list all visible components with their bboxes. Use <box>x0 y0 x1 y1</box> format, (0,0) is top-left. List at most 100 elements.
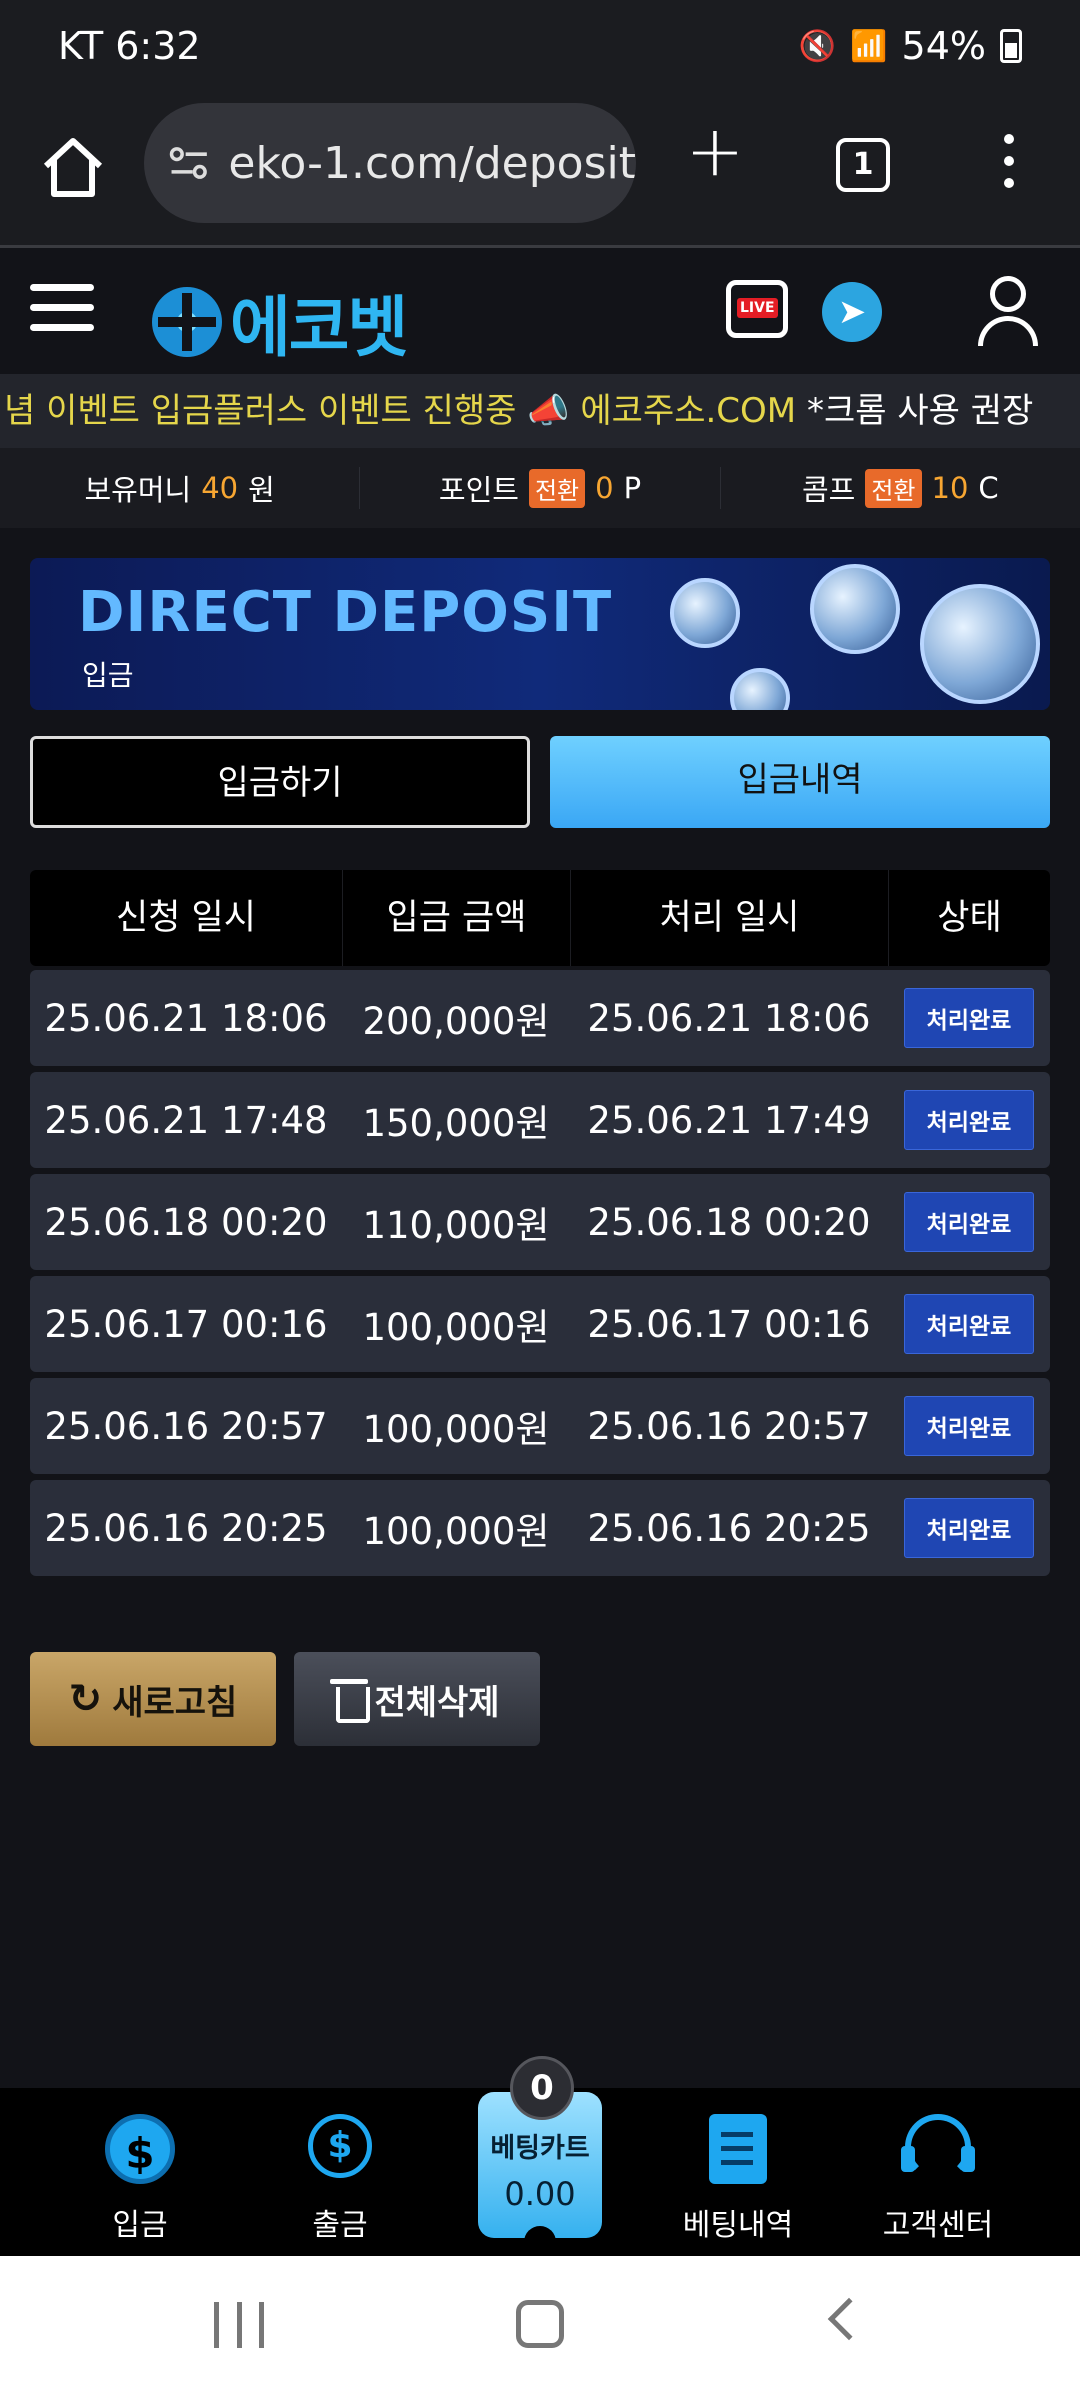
tab-switcher-button[interactable]: 1 <box>836 138 890 192</box>
trash-icon <box>330 1679 371 1723</box>
nav-bet-history-label: 베팅내역 <box>682 2208 794 2243</box>
status-badge: 처리완료 <box>903 988 1035 1048</box>
cell-processed: 25.06.17 00:16 <box>587 1302 871 1346</box>
cart-label: 베팅카트 <box>490 2133 590 2164</box>
hamburger-menu-icon[interactable] <box>30 284 94 336</box>
money-balance: 보유머니 40 원 <box>0 467 359 509</box>
browser-toolbar: eko-1.com/deposit + 1 <box>0 100 1080 248</box>
money-value: 40 <box>201 471 239 505</box>
cell-amount: 100,000원 <box>362 1408 550 1451</box>
delete-all-button[interactable]: 전체삭제 <box>294 1652 540 1746</box>
logo-text: 에코벳 <box>230 289 408 366</box>
status-badge: 처리완료 <box>903 1294 1035 1354</box>
table-row: 25.06.21 18:06 200,000원 25.06.21 18:06 처… <box>30 970 1050 1066</box>
delete-all-label: 전체삭제 <box>374 1682 500 1723</box>
home-icon[interactable] <box>38 132 108 202</box>
cell-amount: 150,000원 <box>362 1102 550 1145</box>
coin-image <box>810 564 900 654</box>
table-row: 25.06.16 20:25 100,000원 25.06.16 20:25 처… <box>30 1480 1050 1576</box>
cell-amount: 110,000원 <box>362 1204 550 1247</box>
cell-processed: 25.06.21 17:49 <box>587 1098 871 1142</box>
nav-deposit[interactable]: $ 입금 <box>60 2106 220 2246</box>
site-header: 에코벳 LIVE ➤ <box>0 250 1080 374</box>
live-tv-icon[interactable]: LIVE <box>726 280 788 338</box>
history-table-body: 25.06.21 18:06 200,000원 25.06.21 18:06 처… <box>30 970 1050 1582</box>
cell-amount: 100,000원 <box>362 1306 550 1349</box>
deposit-banner: DIRECT DEPOSIT 입금 <box>30 558 1050 710</box>
cell-requested: 25.06.16 20:25 <box>44 1506 328 1550</box>
cart-count-badge: 0 <box>510 2056 574 2120</box>
coin-image <box>730 668 790 710</box>
site-logo[interactable]: 에코벳 <box>152 274 408 370</box>
nav-support[interactable]: 고객센터 <box>858 2106 1018 2246</box>
browser-menu-icon[interactable] <box>994 134 1024 196</box>
banner-title: DIRECT DEPOSIT <box>78 580 613 645</box>
comp-convert-button[interactable]: 전환 <box>865 468 922 508</box>
header-amount: 입금 금액 <box>342 870 570 966</box>
carrier-time: KT 6:32 <box>58 24 201 68</box>
status-badge: 처리완료 <box>903 1498 1035 1558</box>
cell-requested: 25.06.21 17:48 <box>44 1098 328 1142</box>
cell-processed: 25.06.16 20:25 <box>587 1506 871 1550</box>
cell-processed: 25.06.21 18:06 <box>587 996 871 1040</box>
tab-deposit[interactable]: 입금하기 <box>30 736 530 828</box>
headset-icon <box>901 2114 975 2180</box>
coin-image <box>670 578 740 648</box>
system-nav-bar <box>0 2256 1080 2400</box>
telegram-icon[interactable]: ➤ <box>822 282 882 342</box>
system-home-icon[interactable] <box>516 2300 564 2348</box>
point-value: 0 <box>595 471 614 505</box>
table-row: 25.06.17 00:16 100,000원 25.06.17 00:16 처… <box>30 1276 1050 1372</box>
cell-requested: 25.06.16 20:57 <box>44 1404 328 1448</box>
back-icon[interactable] <box>827 2297 871 2341</box>
table-row: 25.06.16 20:57 100,000원 25.06.16 20:57 처… <box>30 1378 1050 1474</box>
refresh-icon: ↻ <box>68 1676 103 1722</box>
cell-amount: 100,000원 <box>362 1510 550 1553</box>
comp-unit: C <box>978 471 999 505</box>
cell-amount: 200,000원 <box>362 1000 550 1043</box>
table-row: 25.06.21 17:48 150,000원 25.06.21 17:49 처… <box>30 1072 1050 1168</box>
nav-support-label: 고객센터 <box>882 2208 994 2243</box>
battery-percent: 54% <box>901 24 986 68</box>
money-unit: 원 <box>248 473 275 507</box>
status-badge: 처리완료 <box>903 1090 1035 1150</box>
nav-withdraw[interactable]: $ 출금 <box>260 2106 420 2246</box>
status-badge: 처리완료 <box>903 1192 1035 1252</box>
withdraw-icon: $ <box>308 2114 372 2178</box>
tab-deposit-history[interactable]: 입금내역 <box>550 736 1050 828</box>
url-bar[interactable]: eko-1.com/deposit <box>144 103 636 223</box>
cell-requested: 25.06.17 00:16 <box>44 1302 328 1346</box>
site-settings-icon[interactable] <box>168 143 210 183</box>
history-table-header: 신청 일시 입금 금액 처리 일시 상태 <box>30 870 1050 966</box>
nav-deposit-label: 입금 <box>112 2208 168 2243</box>
banner-subtitle: 입금 <box>82 659 134 692</box>
url-text: eko-1.com/deposit <box>228 137 636 189</box>
notice-marquee: 념 이벤트 입금플러스 이벤트 진행중 📣 에코주소.COM *크롬 사용 권장 <box>0 374 1080 448</box>
marquee-text: 념 이벤트 입금플러스 이벤트 진행중 📣 에코주소.COM <box>4 391 797 431</box>
point-balance: 포인트 전환 0 P <box>359 467 719 509</box>
header-requested: 신청 일시 <box>116 898 256 938</box>
wifi-icon: 📶 <box>850 28 888 64</box>
new-tab-button[interactable]: + <box>680 116 750 190</box>
document-icon <box>709 2114 767 2184</box>
nav-bet-history[interactable]: 베팅내역 <box>658 2106 818 2246</box>
refresh-button[interactable]: ↻ 새로고침 <box>30 1652 276 1746</box>
cell-requested: 25.06.21 18:06 <box>44 996 328 1040</box>
comp-value: 10 <box>931 471 969 505</box>
user-profile-icon[interactable] <box>976 276 1040 348</box>
balance-bar: 보유머니 40 원 포인트 전환 0 P 콤프 전환 10 C <box>0 448 1080 528</box>
status-bar: KT 6:32 🔇 📶 54% <box>0 0 1080 100</box>
header-status: 상태 <box>888 870 1050 966</box>
status-icons: 🔇 📶 54% <box>799 24 1022 68</box>
dollar-coin-icon: $ <box>105 2114 175 2184</box>
status-badge: 처리완료 <box>903 1396 1035 1456</box>
recent-apps-icon[interactable] <box>214 2302 264 2348</box>
marquee-tail: *크롬 사용 권장 <box>796 391 1034 431</box>
cell-requested: 25.06.18 00:20 <box>44 1200 328 1244</box>
cart-amount: 0.00 <box>504 2175 576 2213</box>
battery-icon <box>1000 29 1022 63</box>
nav-withdraw-label: 출금 <box>312 2208 368 2243</box>
mute-icon: 🔇 <box>798 28 837 64</box>
money-label: 보유머니 <box>84 473 192 507</box>
point-convert-button[interactable]: 전환 <box>528 468 586 508</box>
